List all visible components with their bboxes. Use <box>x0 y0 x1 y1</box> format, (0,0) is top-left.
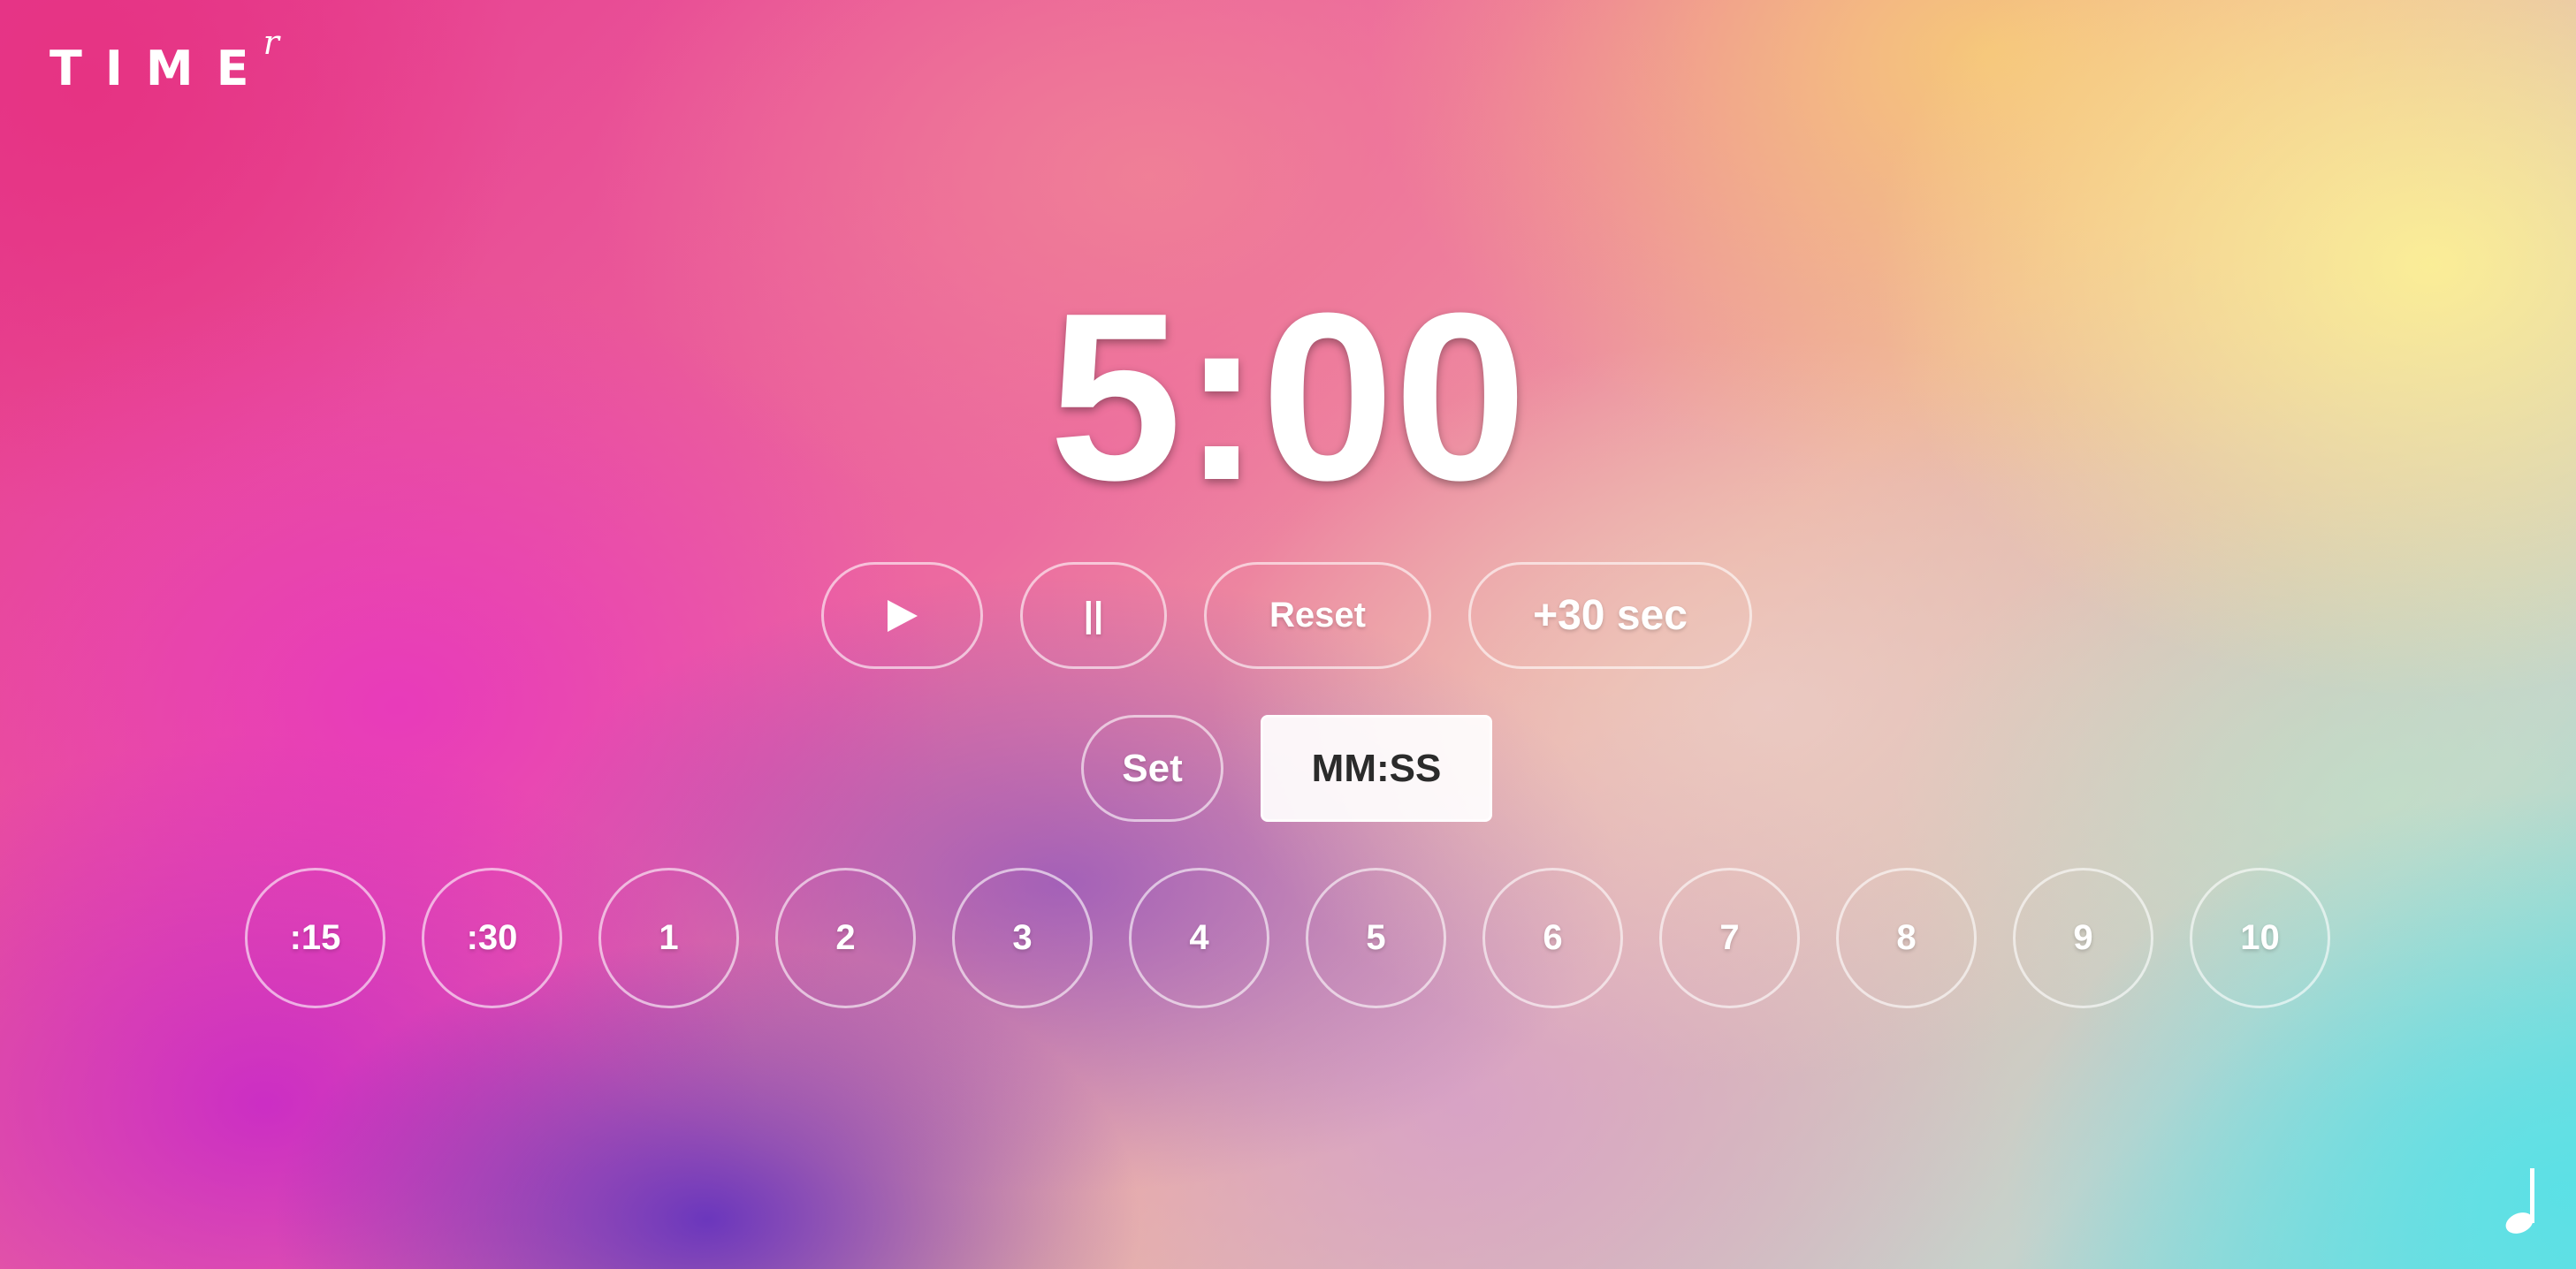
music-note-icon[interactable] <box>2495 1165 2544 1235</box>
preset-button[interactable]: 2 <box>775 868 916 1008</box>
preset-button[interactable]: 3 <box>952 868 1093 1008</box>
preset-button[interactable]: 5 <box>1306 868 1446 1008</box>
preset-button[interactable]: 6 <box>1482 868 1623 1008</box>
add-30-seconds-button[interactable]: +30 sec <box>1468 562 1752 669</box>
timer-display: 5:00 <box>1048 264 1528 530</box>
app-logo: TIME r <box>50 23 279 96</box>
play-icon <box>887 599 918 632</box>
preset-button[interactable]: 1 <box>598 868 739 1008</box>
logo-superscript: r <box>263 23 279 62</box>
preset-button[interactable]: 9 <box>2013 868 2153 1008</box>
play-button[interactable] <box>821 562 983 669</box>
preset-button[interactable]: :30 <box>422 868 562 1008</box>
preset-button[interactable]: :15 <box>245 868 385 1008</box>
custom-time-input[interactable] <box>1261 715 1492 822</box>
pause-button[interactable]: || <box>1020 562 1167 669</box>
logo-text: TIME <box>50 41 272 96</box>
set-button[interactable]: Set <box>1081 715 1223 822</box>
reset-button[interactable]: Reset <box>1204 562 1431 669</box>
preset-button[interactable]: 4 <box>1129 868 1269 1008</box>
preset-button[interactable]: 10 <box>2190 868 2330 1008</box>
preset-button[interactable]: 7 <box>1659 868 1800 1008</box>
preset-button[interactable]: 8 <box>1836 868 1977 1008</box>
